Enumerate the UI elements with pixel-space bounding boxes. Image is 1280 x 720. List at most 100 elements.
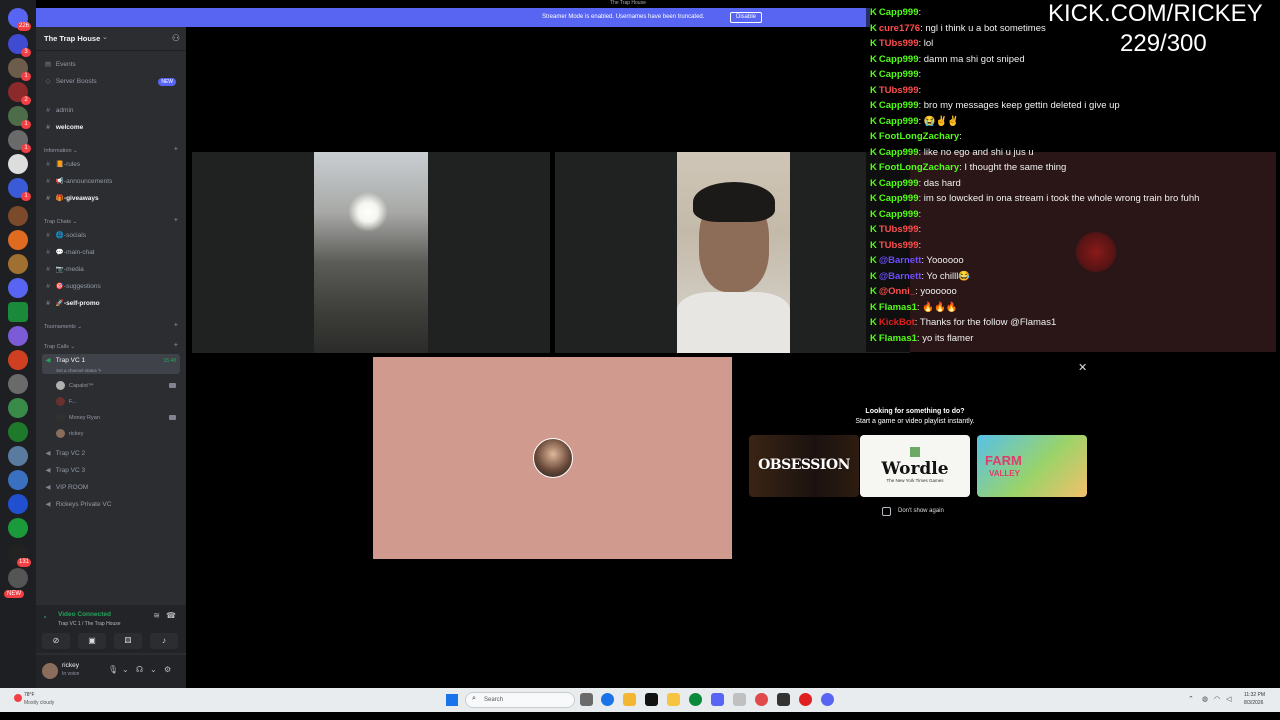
server-icon[interactable]: [8, 374, 28, 394]
server-boosts-item[interactable]: ◇ Server Boosts NEW: [42, 75, 180, 89]
avatar[interactable]: [42, 663, 58, 679]
channel-rules[interactable]: # 📙-rules: [42, 158, 180, 172]
category-information[interactable]: Information ⌄: [44, 148, 78, 154]
channel-welcome[interactable]: # welcome: [42, 121, 180, 135]
server-icon[interactable]: [8, 254, 28, 274]
server-icon[interactable]: [8, 568, 28, 588]
dont-show-label[interactable]: Don't show again: [898, 508, 944, 514]
server-icon[interactable]: 131: [8, 544, 31, 567]
server-icon[interactable]: [8, 278, 28, 298]
file-explorer-icon[interactable]: [623, 693, 636, 706]
task-view-icon[interactable]: [580, 693, 593, 706]
server-icon[interactable]: 1: [8, 58, 31, 81]
server-icon[interactable]: [8, 518, 28, 538]
voice-channel-rickeys-private-vc[interactable]: ◀ Rickeys Private VC: [42, 498, 180, 512]
voice-member[interactable]: F...: [56, 395, 180, 409]
category-trap-chats[interactable]: Trap Chats ⌄: [44, 219, 77, 225]
voice-member[interactable]: Capalot™: [56, 379, 180, 393]
gear-icon[interactable]: ⚙: [164, 665, 171, 674]
activity-card-farm-valley[interactable]: FARM VALLEY: [977, 435, 1087, 497]
windows-start-icon[interactable]: [446, 694, 458, 706]
video-feed[interactable]: [314, 152, 428, 353]
user-name[interactable]: rickey: [62, 662, 79, 669]
voice-member[interactable]: rickey: [56, 427, 180, 441]
channel-status-hint[interactable]: Set a channel status ✎: [56, 368, 102, 374]
add-channel-icon[interactable]: +: [174, 322, 178, 329]
server-header[interactable]: The Trap House ⌄ ⚇: [36, 27, 186, 51]
video-feed[interactable]: [677, 152, 790, 353]
server-icon[interactable]: 1: [8, 106, 31, 129]
close-icon[interactable]: ✕: [1078, 361, 1087, 374]
server-icon[interactable]: [8, 154, 28, 174]
weather-icon[interactable]: [14, 694, 22, 702]
server-icon[interactable]: [8, 494, 28, 514]
server-icon[interactable]: 2: [8, 82, 31, 105]
channel-suggestions[interactable]: # 🎯-suggestions: [42, 280, 180, 294]
add-channel-icon[interactable]: +: [174, 146, 178, 153]
kick-icon[interactable]: [8, 302, 28, 322]
voice-channel-vip-room[interactable]: ◀ VIP ROOM: [42, 481, 180, 495]
server-icon[interactable]: 1: [8, 130, 31, 153]
screen-share-button[interactable]: ▣: [78, 633, 106, 649]
soundboard-button[interactable]: ♪: [150, 633, 178, 649]
server-icon[interactable]: [8, 326, 28, 346]
app-icon[interactable]: [777, 693, 790, 706]
disconnect-icon[interactable]: ☎: [166, 611, 176, 620]
dont-show-checkbox[interactable]: [882, 507, 891, 516]
channel-announcements[interactable]: # 📢-announcements: [42, 175, 180, 189]
channel-media[interactable]: # 📷-media: [42, 263, 180, 277]
app-icon[interactable]: [667, 693, 680, 706]
server-icon[interactable]: 1: [8, 178, 31, 201]
obs-icon[interactable]: [799, 693, 812, 706]
channel-admin[interactable]: # admin: [42, 104, 180, 118]
voice-channel-trap-vc-3[interactable]: ◀ Trap VC 3: [42, 464, 180, 478]
server-icon[interactable]: [8, 422, 28, 442]
app-icon[interactable]: [689, 693, 702, 706]
clock-date[interactable]: 8/3/2026: [1244, 700, 1263, 706]
chevron-down-icon[interactable]: ⌄: [150, 665, 157, 674]
voice-status[interactable]: Video Connected: [58, 611, 111, 618]
add-member-icon[interactable]: ⚇: [172, 33, 180, 44]
mic-tray-icon[interactable]: ◍: [1202, 695, 1208, 703]
clock-time[interactable]: 11:32 PM: [1244, 692, 1265, 698]
add-channel-icon[interactable]: +: [174, 342, 178, 349]
activities-button[interactable]: ⚄: [114, 633, 142, 649]
add-channel-icon[interactable]: +: [174, 217, 178, 224]
chevron-down-icon[interactable]: ⌄: [122, 665, 129, 674]
server-icon[interactable]: [8, 470, 28, 490]
home-icon[interactable]: 226: [8, 8, 31, 31]
headphones-icon[interactable]: ☊: [136, 665, 143, 674]
chevron-up-icon[interactable]: ⌃: [1188, 695, 1194, 703]
app-icon[interactable]: [755, 693, 768, 706]
wifi-icon[interactable]: ◠: [1214, 695, 1220, 703]
server-icon[interactable]: 3: [8, 34, 31, 57]
camera-off-button[interactable]: ⊘: [42, 633, 70, 649]
weather-temp[interactable]: 78°F: [24, 692, 35, 698]
microphone-icon[interactable]: 🎙: [108, 665, 118, 674]
channel-socials[interactable]: # 🌐-socials: [42, 229, 180, 243]
app-icon[interactable]: [821, 693, 834, 706]
channel-giveaways[interactable]: # 🎁-giveaways: [42, 192, 180, 206]
noise-suppression-icon[interactable]: ≋: [153, 611, 160, 620]
server-icon[interactable]: [8, 230, 28, 250]
app-icon[interactable]: [733, 693, 746, 706]
activity-card-wordle[interactable]: Wordle The New York Times Games: [860, 435, 970, 497]
taskbar-search[interactable]: ⌕ Search: [465, 692, 575, 708]
terminal-icon[interactable]: [645, 693, 658, 706]
activity-card-obsession[interactable]: OBSESSION: [749, 435, 859, 497]
voice-channel-trap-vc-2[interactable]: ◀ Trap VC 2: [42, 447, 180, 461]
signal-icon[interactable]: ◔: [42, 613, 47, 622]
channel-main-chat[interactable]: # 💬-main-chat: [42, 246, 180, 260]
category-trap-calls[interactable]: Trap Calls ⌄: [44, 344, 75, 350]
weather-desc[interactable]: Mostly cloudy: [24, 700, 54, 706]
server-icon[interactable]: [8, 206, 28, 226]
volume-icon[interactable]: ◁: [1226, 695, 1231, 703]
discord-icon[interactable]: [711, 693, 724, 706]
disable-button[interactable]: Disable: [730, 12, 763, 23]
server-icon[interactable]: [8, 398, 28, 418]
channel-self-promo[interactable]: # 🚀-self-promo: [42, 297, 180, 311]
server-icon[interactable]: [8, 350, 28, 370]
server-icon[interactable]: [8, 446, 28, 466]
events-item[interactable]: ▤ Events: [42, 58, 180, 72]
category-tournaments[interactable]: Tournaments ⌄: [44, 324, 82, 330]
